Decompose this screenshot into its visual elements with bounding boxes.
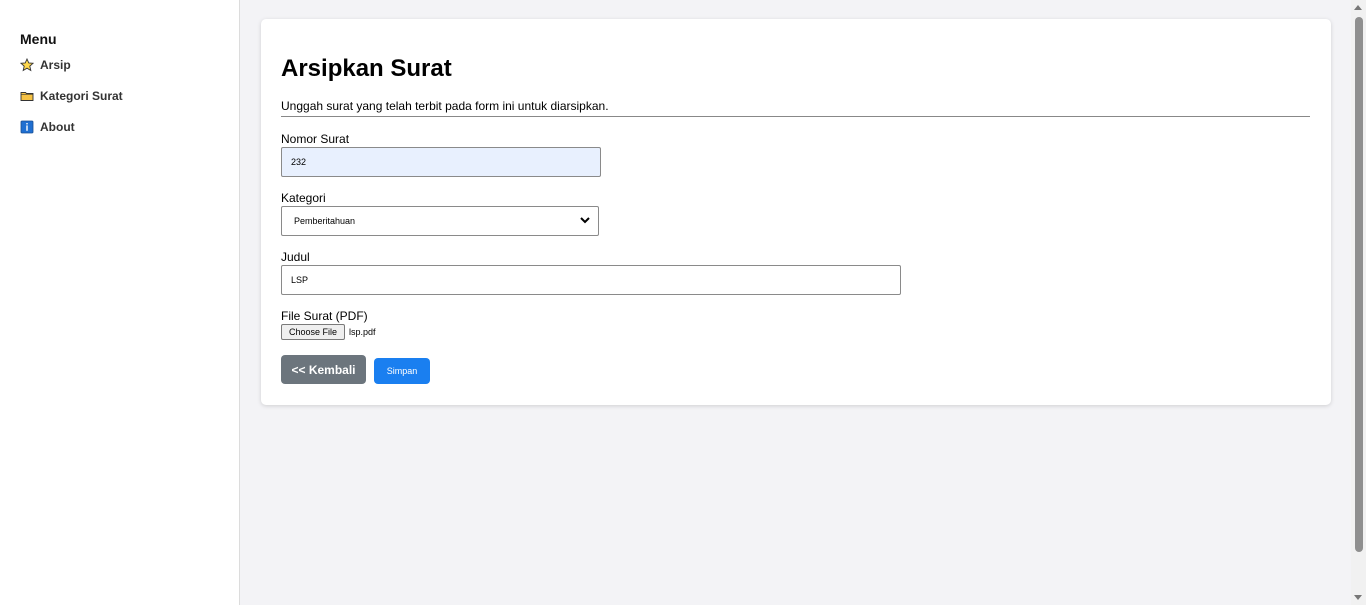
kategori-select[interactable]: Pemberitahuan bbox=[281, 206, 599, 236]
judul-label: Judul bbox=[281, 250, 310, 264]
sidebar-item-about[interactable]: About bbox=[20, 111, 239, 142]
page-description: Unggah surat yang telah terbit pada form… bbox=[281, 99, 609, 113]
star-icon bbox=[20, 57, 34, 72]
nomor-surat-input[interactable]: 232 bbox=[281, 147, 601, 177]
archive-form-card: Arsipkan Surat Unggah surat yang telah t… bbox=[261, 19, 1331, 405]
sidebar-item-label: About bbox=[40, 119, 75, 134]
back-button[interactable]: << Kembali bbox=[281, 355, 366, 384]
app-layout: Menu Arsip Kategori Surat About Arsipkan… bbox=[0, 0, 1366, 605]
sidebar-heading: Menu bbox=[20, 31, 57, 47]
kategori-selected-value: Pemberitahuan bbox=[294, 216, 356, 226]
chevron-down-icon bbox=[580, 216, 590, 226]
save-button[interactable]: Simpan bbox=[374, 358, 430, 384]
page-title: Arsipkan Surat bbox=[281, 55, 452, 82]
sidebar: Menu Arsip Kategori Surat About bbox=[0, 0, 240, 605]
file-surat-label: File Surat (PDF) bbox=[281, 309, 368, 323]
kategori-label: Kategori bbox=[281, 191, 326, 205]
judul-input[interactable]: LSP bbox=[281, 265, 901, 295]
judul-value: LSP bbox=[291, 275, 309, 285]
sidebar-item-arsip[interactable]: Arsip bbox=[20, 49, 239, 80]
divider bbox=[281, 116, 1310, 117]
file-input: Choose File lsp.pdf bbox=[281, 324, 376, 340]
choose-file-button[interactable]: Choose File bbox=[281, 324, 346, 340]
main-content: Arsipkan Surat Unggah surat yang telah t… bbox=[241, 0, 1351, 605]
info-icon bbox=[20, 120, 34, 134]
vertical-scrollbar[interactable] bbox=[1351, 0, 1366, 605]
sidebar-item-label: Arsip bbox=[40, 57, 71, 72]
nomor-surat-value: 232 bbox=[291, 157, 307, 167]
file-name: lsp.pdf bbox=[349, 327, 376, 337]
nomor-surat-label: Nomor Surat bbox=[281, 132, 350, 146]
sidebar-item-label: Kategori Surat bbox=[40, 88, 123, 103]
folder-icon bbox=[20, 89, 34, 103]
sidebar-item-kategori-surat[interactable]: Kategori Surat bbox=[20, 80, 239, 111]
scroll-down-arrow-icon[interactable] bbox=[1354, 595, 1362, 600]
scrollbar-thumb[interactable] bbox=[1355, 17, 1363, 552]
scroll-up-arrow-icon[interactable] bbox=[1354, 5, 1362, 10]
